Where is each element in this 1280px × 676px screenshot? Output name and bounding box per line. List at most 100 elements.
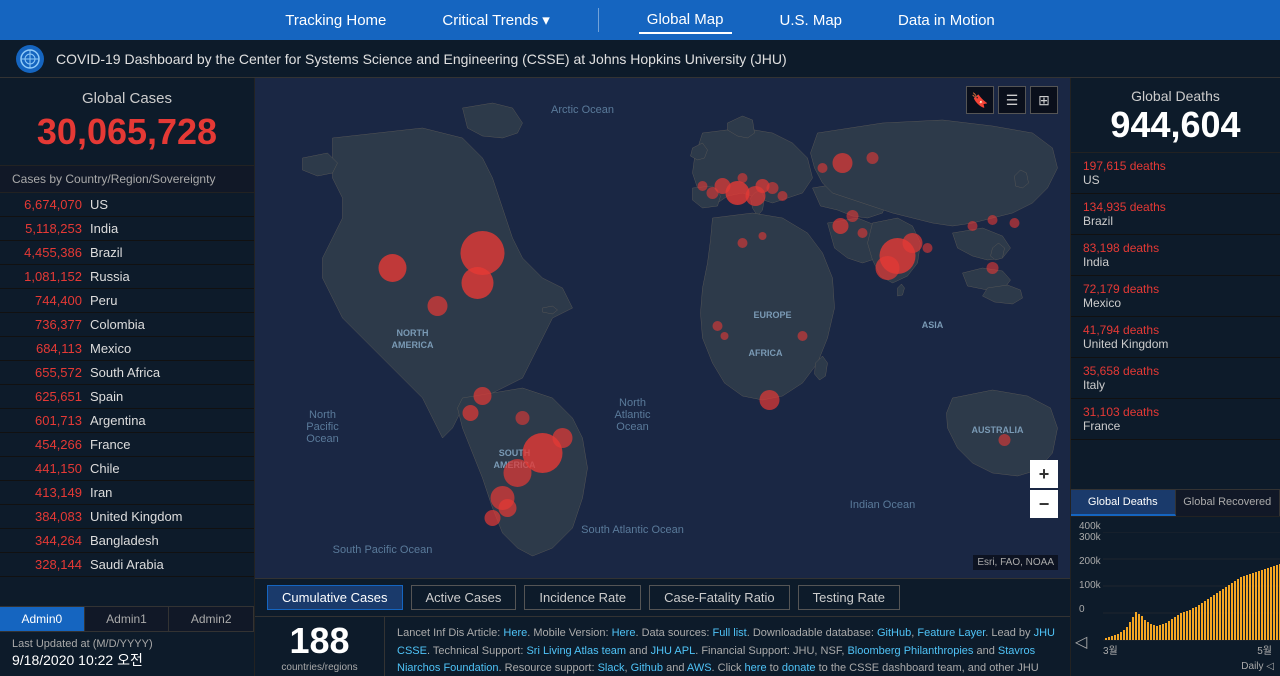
grid-view-btn[interactable]: ⊞ [1030, 86, 1058, 114]
tab-testing-rate[interactable]: Testing Rate [798, 585, 900, 610]
cases-list[interactable]: 6,674,070US5,118,253India 4,455,386 Brazil… [0, 193, 254, 606]
admin-tab-0[interactable]: Admin0 [0, 607, 85, 631]
svg-text:AFRICA: AFRICA [749, 348, 783, 358]
chevron-down-icon: ▾ [542, 11, 550, 29]
nav-data-in-motion[interactable]: Data in Motion [890, 8, 1003, 33]
case-number: 384,083 [12, 509, 82, 524]
last-updated-section: Last Updated at (M/D/YYYY) 9/18/2020 10:… [0, 631, 254, 676]
page-title: COVID-19 Dashboard by the Center for Sys… [56, 51, 787, 67]
bloomberg-link[interactable]: Bloomberg Philanthropies [847, 645, 973, 657]
tab-incidence-rate[interactable]: Incidence Rate [524, 585, 641, 610]
map-zoom-controls: + − [1030, 460, 1058, 518]
list-item[interactable]: 328,144Saudi Arabia [0, 553, 254, 577]
case-number: 344,264 [12, 533, 82, 548]
svg-text:Pacific: Pacific [306, 421, 339, 433]
case-number: 1,081,152 [12, 269, 82, 284]
list-item[interactable]: 744,400Peru [0, 289, 254, 313]
info-text: Lancet Inf Dis Article: Here. Mobile Ver… [385, 617, 1070, 676]
admin-tab-1[interactable]: Admin1 [85, 607, 170, 631]
case-number: 684,113 [12, 341, 82, 356]
death-count: 83,198 deaths [1083, 241, 1268, 255]
github2-link[interactable]: Github [631, 662, 663, 674]
countries-count-section: 188 countries/regions [255, 617, 385, 676]
deaths-tab-global-recovered[interactable]: Global Recovered [1176, 490, 1280, 516]
nav-tracking-home[interactable]: Tracking Home [277, 8, 394, 33]
deaths-tab-global-deaths[interactable]: Global Deaths [1071, 490, 1176, 516]
death-country: Italy [1083, 378, 1268, 392]
admin-tab-2[interactable]: Admin2 [169, 607, 254, 631]
death-count: 31,103 deaths [1083, 405, 1268, 419]
list-item[interactable]: 601,713 Argentina [0, 409, 254, 433]
list-item[interactable]: 384,083 United Kingdom [0, 505, 254, 529]
chart-scroll-left-btn[interactable]: ◁ [1075, 632, 1087, 652]
jhu-logo [16, 45, 44, 73]
list-item[interactable]: 413,149Iran [0, 481, 254, 505]
list-item[interactable]: 344,264Bangladesh [0, 529, 254, 553]
nav-global-map[interactable]: Global Map [639, 7, 732, 34]
global-cases-number: 30,065,728 [12, 111, 242, 153]
list-item[interactable]: 6,674,070US [0, 193, 254, 217]
death-country: France [1083, 419, 1268, 433]
donate-link[interactable]: donate [782, 662, 816, 674]
sri-link[interactable]: Sri Living Atlas team [526, 645, 626, 657]
tab-cumulative-cases[interactable]: Cumulative Cases [267, 585, 403, 610]
death-count: 72,179 deaths [1083, 282, 1268, 296]
list-item[interactable]: 41,794 deathsUnited Kingdom [1071, 317, 1280, 358]
case-number: 601,713 [12, 413, 82, 428]
list-item[interactable]: 83,198 deathsIndia [1071, 235, 1280, 276]
zoom-in-btn[interactable]: + [1030, 460, 1058, 488]
list-item[interactable]: 454,266France [0, 433, 254, 457]
svg-text:North: North [309, 409, 336, 421]
case-country: Iran [90, 485, 112, 500]
fulllist-link[interactable]: Full list [713, 627, 747, 639]
map-attribution: Esri, FAO, NOAA [973, 555, 1058, 570]
bookmark-view-btn[interactable]: 🔖 [966, 86, 994, 114]
case-country: Peru [90, 293, 117, 308]
list-item[interactable]: 72,179 deathsMexico [1071, 276, 1280, 317]
case-country: Brazil [90, 245, 123, 260]
top-navigation: Tracking Home Critical Trends ▾ Global M… [0, 0, 1280, 40]
death-count: 41,794 deaths [1083, 323, 1268, 337]
main-content: Global Cases 30,065,728 Cases by Country… [0, 78, 1280, 676]
zoom-out-btn[interactable]: − [1030, 490, 1058, 518]
list-item[interactable]: 35,658 deathsItaly [1071, 358, 1280, 399]
list-item[interactable]: 4,455,386 Brazil [0, 241, 254, 265]
case-number: 4,455,386 [12, 245, 82, 260]
aws-link[interactable]: AWS [687, 662, 712, 674]
list-item[interactable]: 197,615 deathsUS [1071, 153, 1280, 194]
list-item[interactable]: 736,377Colombia [0, 313, 254, 337]
list-item[interactable]: 655,572South Africa [0, 361, 254, 385]
lancet-link[interactable]: Here [503, 627, 527, 639]
svg-text:Ocean: Ocean [306, 433, 338, 445]
map-tabs: Cumulative Cases Active Cases Incidence … [255, 578, 1070, 616]
deaths-chart [1103, 532, 1280, 642]
nav-critical-trends[interactable]: Critical Trends ▾ [434, 7, 557, 33]
map-container[interactable]: Arctic Ocean Ocean North Pacific Ocean N… [255, 78, 1070, 578]
slack-link[interactable]: Slack [598, 662, 625, 674]
list-item[interactable]: 441,150Chile [0, 457, 254, 481]
case-number: 441,150 [12, 461, 82, 476]
case-country: United Kingdom [90, 509, 183, 524]
case-country: Argentina [90, 413, 146, 428]
list-item[interactable]: 31,103 deathsFrance [1071, 399, 1280, 440]
case-number: 736,377 [12, 317, 82, 332]
nav-us-map[interactable]: U.S. Map [772, 8, 851, 33]
list-item[interactable]: 625,651Spain [0, 385, 254, 409]
here-donate-link[interactable]: here [745, 662, 767, 674]
nav-separator [598, 8, 599, 32]
list-item[interactable]: 684,113 Mexico [0, 337, 254, 361]
tab-active-cases[interactable]: Active Cases [411, 585, 517, 610]
deaths-tabs: Global Deaths Global Recovered [1071, 489, 1280, 516]
list-item[interactable]: 134,935 deathsBrazil [1071, 194, 1280, 235]
case-number: 625,651 [12, 389, 82, 404]
list-item[interactable]: 5,118,253India [0, 217, 254, 241]
tab-case-fatality-ratio[interactable]: Case-Fatality Ratio [649, 585, 790, 610]
github-link[interactable]: GitHub [877, 627, 911, 639]
jhu-apl-link[interactable]: JHU APL [651, 645, 696, 657]
case-country: Mexico [90, 341, 131, 356]
list-view-btn[interactable]: ☰ [998, 86, 1026, 114]
chart-y-200k: 200k [1079, 556, 1101, 567]
mobile-link[interactable]: Here [612, 627, 636, 639]
list-item[interactable]: 1,081,152Russia [0, 265, 254, 289]
feature-layer-link[interactable]: Feature Layer [917, 627, 985, 639]
